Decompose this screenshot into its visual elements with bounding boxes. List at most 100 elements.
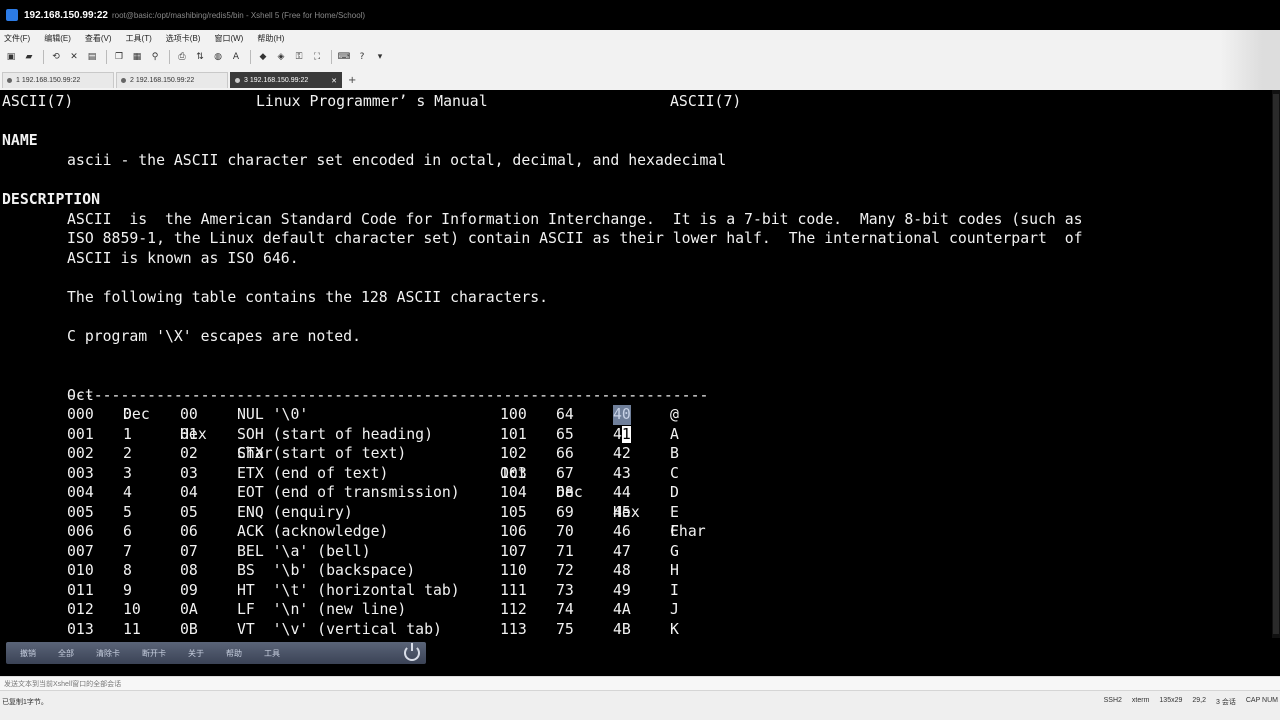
copy-icon[interactable]: ❐: [111, 49, 127, 65]
script-icon[interactable]: ◈: [273, 49, 289, 65]
tab-session-1[interactable]: 1 192.168.150.99:22: [2, 72, 114, 88]
quick-command-button[interactable]: 断开卡: [142, 648, 166, 659]
cell-char: BEL '\a' (bell): [237, 542, 371, 560]
lock-icon[interactable]: ⚿: [291, 49, 307, 65]
menu-file[interactable]: 文件(F): [4, 33, 30, 44]
tab-session-2[interactable]: 2 192.168.150.99:22: [116, 72, 228, 88]
menu-window[interactable]: 窗口(W): [214, 33, 243, 44]
menu-tabs[interactable]: 选项卡(B): [166, 33, 201, 44]
cell-char: STX (start of text): [237, 445, 407, 462]
tab-label: 2 192.168.150.99:22: [130, 77, 195, 84]
cell-oct: 000: [67, 406, 94, 423]
cell-oct-2: 105: [500, 503, 527, 521]
cell-hex: 07: [180, 542, 198, 560]
cell-dec: 6: [123, 523, 132, 540]
status-sessions: 3 会话: [1216, 699, 1236, 706]
terminal-bottom-gap: [0, 664, 1280, 676]
new-session-icon[interactable]: ▣: [3, 49, 19, 65]
power-icon[interactable]: [404, 643, 420, 661]
cell-char: VT '\v' (vertical tab): [237, 620, 442, 638]
status-info: SSH2 xterm 135x29 29,2 3 会话 CAP NUM: [1104, 697, 1278, 707]
app-chrome: 文件(F) 编辑(E) 查看(V) 工具(T) 选项卡(B) 窗口(W) 帮助(…: [0, 30, 1280, 120]
scrollbar-thumb[interactable]: [1273, 94, 1279, 634]
cell-oct-2: 112: [500, 601, 527, 618]
quick-command-button[interactable]: 全部: [58, 648, 74, 659]
transfer-icon[interactable]: ⇅: [192, 49, 208, 65]
cell-hex-2: 49: [613, 581, 631, 599]
properties-icon[interactable]: ▤: [84, 49, 100, 65]
status-terminal-type: xterm: [1131, 697, 1150, 704]
menu-help[interactable]: 帮助(H): [257, 33, 284, 44]
cell-char-2: F: [670, 523, 679, 540]
terminal-cursor: 1: [621, 425, 631, 443]
name-description: ascii - the ASCII character set encoded …: [67, 152, 727, 169]
cell-hex: 00: [180, 406, 198, 423]
cell-char: LF '\n' (new line): [237, 601, 407, 618]
cell-dec: 2: [123, 445, 132, 462]
cell-oct: 006: [67, 523, 94, 540]
cell-hex: 08: [180, 562, 198, 579]
menu-edit[interactable]: 编辑(E): [44, 33, 71, 44]
cell-oct-2: 102: [500, 445, 527, 462]
menu-tools[interactable]: 工具(T): [126, 33, 152, 44]
cell-oct: 007: [67, 542, 94, 560]
reconnect-icon[interactable]: ⟲: [48, 49, 64, 65]
cell-char: EOT (end of transmission): [237, 484, 460, 501]
cell-char-2: @: [670, 406, 679, 423]
cell-char: ACK (acknowledge): [237, 523, 389, 540]
cell-hex-2: 46: [613, 523, 631, 540]
add-tab-icon[interactable]: +: [348, 75, 356, 86]
help-icon[interactable]: ?: [354, 49, 370, 65]
menu-view[interactable]: 查看(V): [85, 33, 112, 44]
cell-char-2: C: [670, 464, 679, 482]
cell-hex-2: 48: [613, 562, 631, 579]
fullscreen-icon[interactable]: ⛶: [309, 49, 325, 65]
cell-hex-2: 40: [613, 405, 631, 425]
toolbar-separator: [169, 50, 170, 64]
cell-hex-2: 4B: [613, 620, 631, 638]
toolbar-separator: [331, 50, 332, 64]
font-icon[interactable]: A: [228, 49, 244, 65]
tab-session-3[interactable]: 3 192.168.150.99:22 ✕: [230, 72, 342, 88]
compose-bar[interactable]: 发送文本到当前Xshell窗口的全部会话: [0, 676, 1280, 690]
cell-char-2: G: [670, 542, 679, 560]
disconnect-icon[interactable]: ✕: [66, 49, 82, 65]
compose-input-placeholder[interactable]: 发送文本到当前Xshell窗口的全部会话: [4, 679, 121, 689]
section-description-heading: DESCRIPTION: [2, 191, 100, 208]
cell-hex-2: 4A: [613, 601, 631, 618]
cell-oct: 011: [67, 581, 94, 599]
open-folder-icon[interactable]: ▰: [21, 49, 37, 65]
quick-command-button[interactable]: 帮助: [226, 648, 242, 659]
options-icon[interactable]: ▾: [372, 49, 388, 65]
cell-dec-2: 72: [556, 562, 574, 579]
toolbar-separator: [43, 50, 44, 64]
cell-dec: 8: [123, 562, 132, 579]
cell-char-2: I: [670, 581, 679, 599]
find-icon[interactable]: ⚲: [147, 49, 163, 65]
description-line: ISO 8859-1, the Linux default character …: [67, 230, 1083, 247]
cell-oct-2: 100: [500, 406, 527, 423]
cell-char: HT '\t' (horizontal tab): [237, 581, 460, 599]
xftp-icon[interactable]: ◆: [255, 49, 271, 65]
quick-command-button[interactable]: 工具: [264, 648, 280, 659]
cell-oct-2: 104: [500, 484, 527, 501]
cell-oct-2: 103: [500, 464, 527, 482]
cell-dec: 11: [123, 620, 141, 638]
cell-dec: 1: [123, 425, 132, 443]
terminal-output[interactable]: ASCII(7) Linux Programmer’ s Manual ASCII(…: [0, 90, 1272, 638]
quick-command-button[interactable]: 清除卡: [96, 648, 120, 659]
cell-oct: 012: [67, 601, 94, 618]
toolbar: ▣ ▰ ⟲ ✕ ▤ ❐ ▦ ⚲ ⎙ ⇅ ◍ A ◆ ◈ ⚿ ⛶ ⌨ ? ▾: [0, 46, 1280, 68]
close-tab-icon[interactable]: ✕: [331, 77, 337, 85]
paste-icon[interactable]: ▦: [129, 49, 145, 65]
globe-icon[interactable]: ◍: [210, 49, 226, 65]
quick-command-button[interactable]: 撤销: [20, 648, 36, 659]
cell-hex: 03: [180, 464, 198, 482]
print-icon[interactable]: ⎙: [174, 49, 190, 65]
session-status-icon: [121, 78, 126, 83]
keyboard-icon[interactable]: ⌨: [336, 49, 352, 65]
status-keys: CAP NUM: [1245, 697, 1278, 704]
quick-command-button[interactable]: 关于: [188, 648, 204, 659]
cell-dec: 0: [123, 406, 132, 423]
cell-hex-2: 47: [613, 542, 631, 560]
